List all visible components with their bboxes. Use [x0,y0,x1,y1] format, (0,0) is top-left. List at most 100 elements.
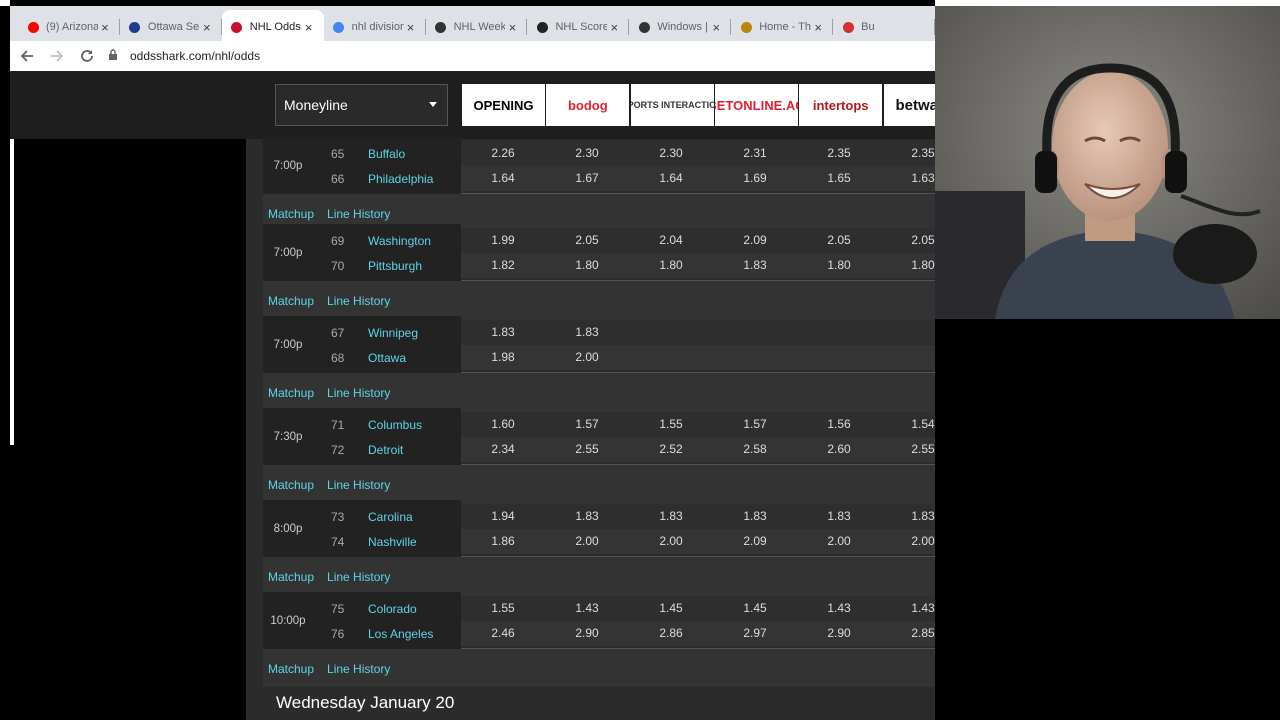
close-icon[interactable]: × [505,20,519,35]
odds-cell[interactable]: 2.00 [797,529,881,554]
team-link[interactable]: Buffalo [368,147,405,161]
odds-cell[interactable]: 2.05 [545,228,629,253]
close-icon[interactable]: × [811,20,825,35]
sportsbook-logo[interactable]: bodog [546,84,630,126]
close-icon[interactable]: × [200,20,214,35]
odds-cell[interactable]: 1.64 [461,166,545,191]
matchup-link[interactable]: Matchup [268,294,314,308]
odds-cell[interactable]: 1.67 [545,166,629,191]
odds-cell[interactable]: 2.55 [545,437,629,462]
odds-cell[interactable]: 1.86 [461,529,545,554]
close-icon[interactable]: × [404,20,418,35]
line-history-link[interactable]: Line History [327,662,390,676]
back-icon[interactable] [14,43,40,69]
browser-tab[interactable]: NHL Odds, N× [221,10,324,44]
odds-cell[interactable]: 1.82 [461,253,545,278]
odds-cell[interactable]: 1.57 [713,412,797,437]
odds-cell[interactable]: 2.09 [713,228,797,253]
line-history-link[interactable]: Line History [327,386,390,400]
odds-cell[interactable]: 1.54 [881,412,935,437]
sportsbook-logo[interactable]: intertops [799,84,883,126]
browser-tab[interactable]: NHL Scores× [527,10,630,44]
odds-cell[interactable]: 1.83 [713,504,797,529]
odds-cell[interactable]: 2.05 [881,228,935,253]
odds-cell[interactable]: 1.80 [797,253,881,278]
reload-icon[interactable] [74,43,100,69]
team-link[interactable]: Colorado [368,602,417,616]
sportsbook-logo[interactable]: SPORTS INTERACTION [630,84,714,126]
odds-cell[interactable]: 1.43 [545,596,629,621]
odds-cell[interactable]: 2.90 [797,621,881,646]
odds-cell[interactable]: 2.35 [881,141,935,166]
odds-cell[interactable]: 2.34 [461,437,545,462]
odds-cell[interactable]: 2.00 [881,529,935,554]
odds-cell[interactable]: 1.94 [461,504,545,529]
odds-cell[interactable]: 1.56 [797,412,881,437]
odds-cell[interactable]: 1.80 [545,253,629,278]
team-link[interactable]: Philadelphia [368,172,433,186]
odds-cell[interactable]: 1.43 [881,596,935,621]
line-history-link[interactable]: Line History [327,207,390,221]
team-link[interactable]: Nashville [368,535,417,549]
line-history-link[interactable]: Line History [327,294,390,308]
team-link[interactable]: Columbus [368,418,422,432]
odds-cell[interactable]: 1.83 [461,320,545,345]
odds-cell[interactable]: 1.98 [461,345,545,370]
close-icon[interactable]: × [302,20,316,35]
browser-tab[interactable]: Ottawa Sena× [120,10,222,44]
team-link[interactable]: Pittsburgh [368,259,422,273]
odds-cell[interactable]: 1.80 [881,253,935,278]
odds-cell[interactable]: 1.99 [461,228,545,253]
odds-cell[interactable]: 1.64 [629,166,713,191]
odds-cell[interactable]: 1.83 [797,504,881,529]
browser-tab[interactable]: Home - The× [731,10,834,44]
close-icon[interactable]: × [709,20,723,35]
odds-cell[interactable]: 1.55 [629,412,713,437]
line-history-link[interactable]: Line History [327,570,390,584]
odds-cell[interactable]: 2.85 [881,621,935,646]
odds-cell[interactable]: 1.83 [881,504,935,529]
odds-cell[interactable]: 1.45 [629,596,713,621]
odds-cell[interactable]: 2.09 [713,529,797,554]
omnibox[interactable]: oddsshark.com/nhl/odds [108,43,935,69]
odds-cell[interactable]: 2.05 [797,228,881,253]
odds-cell[interactable]: 2.60 [797,437,881,462]
close-icon[interactable]: × [607,20,621,35]
matchup-link[interactable]: Matchup [268,570,314,584]
browser-tab[interactable]: Windows | A× [629,10,732,44]
odds-cell[interactable]: 1.43 [797,596,881,621]
odds-cell[interactable]: 2.04 [629,228,713,253]
close-icon[interactable]: × [98,20,112,35]
forward-icon[interactable] [44,43,70,69]
matchup-link[interactable]: Matchup [268,207,314,221]
odds-cell[interactable]: 2.90 [545,621,629,646]
browser-tab[interactable]: NHL Weekly× [426,10,528,44]
matchup-link[interactable]: Matchup [268,662,314,676]
odds-cell[interactable]: 2.00 [545,529,629,554]
odds-cell[interactable]: 1.57 [545,412,629,437]
odds-cell[interactable]: 1.45 [713,596,797,621]
sportsbook-logo[interactable]: BETONLINE.AG [714,84,798,126]
team-link[interactable]: Los Angeles [368,627,433,641]
odds-cell[interactable]: 2.46 [461,621,545,646]
odds-cell[interactable]: 1.63 [881,166,935,191]
odds-cell[interactable]: 2.52 [629,437,713,462]
odds-cell[interactable]: 1.83 [713,253,797,278]
odds-cell[interactable]: 1.60 [461,412,545,437]
sportsbook-logo[interactable]: OPENING [462,84,545,126]
line-history-link[interactable]: Line History [327,478,390,492]
odds-cell[interactable]: 2.35 [797,141,881,166]
odds-cell[interactable]: 2.86 [629,621,713,646]
odds-cell[interactable]: 1.80 [629,253,713,278]
odds-cell[interactable]: 2.55 [881,437,935,462]
odds-cell[interactable]: 2.97 [713,621,797,646]
team-link[interactable]: Winnipeg [368,326,418,340]
browser-tab[interactable]: Bu [833,10,935,44]
odds-cell[interactable]: 2.26 [461,141,545,166]
odds-cell[interactable]: 1.55 [461,596,545,621]
sportsbook-logo[interactable]: betwa [883,84,935,126]
odds-cell[interactable]: 2.58 [713,437,797,462]
matchup-link[interactable]: Matchup [268,478,314,492]
odds-cell[interactable]: 2.30 [545,141,629,166]
odds-cell[interactable]: 2.00 [545,345,629,370]
